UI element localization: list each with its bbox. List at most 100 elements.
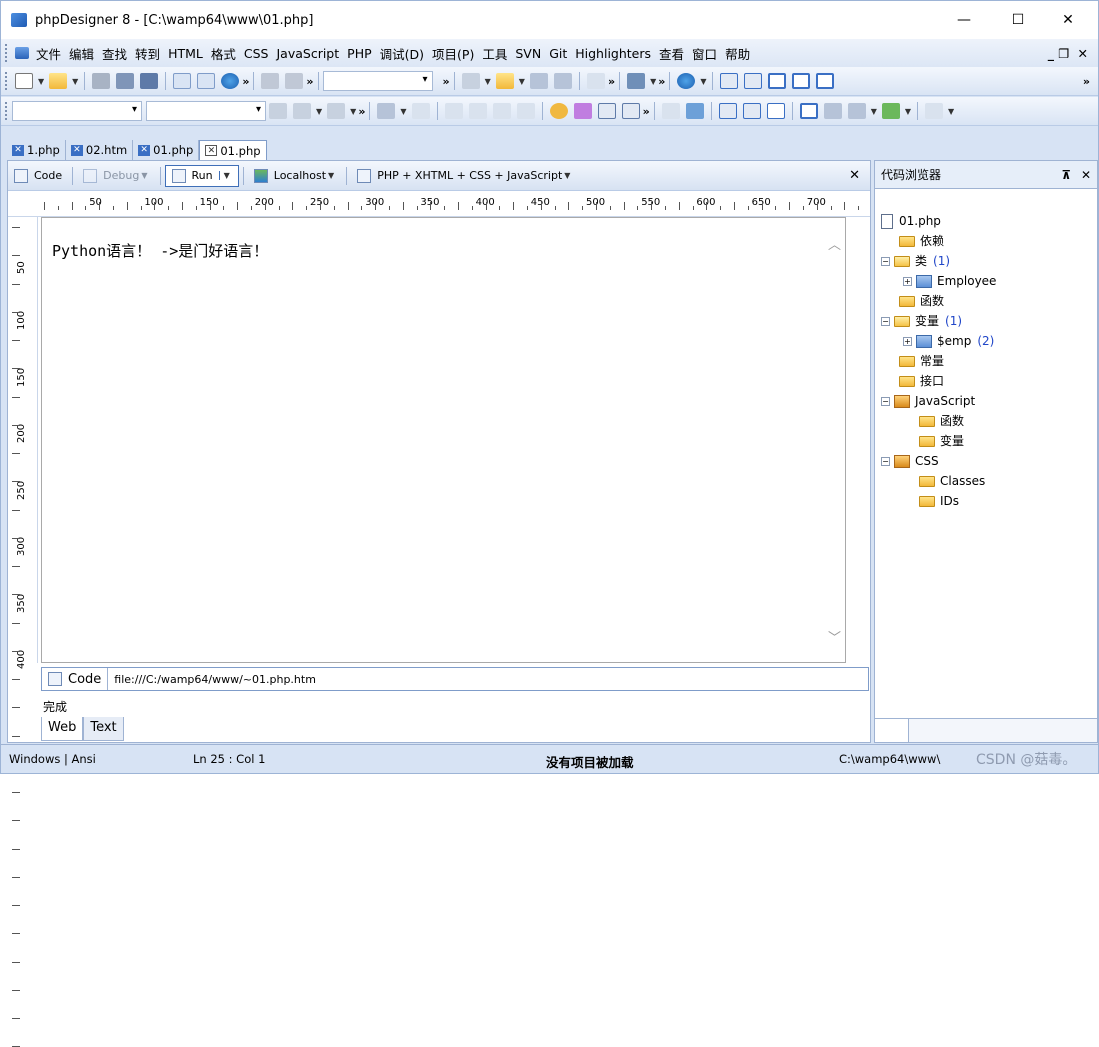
uncomment-icon[interactable] (516, 103, 535, 119)
tree-js-functions[interactable]: 函数 (881, 411, 996, 431)
code-view-icon[interactable] (799, 103, 818, 119)
menu-html[interactable]: HTML (164, 46, 207, 61)
scroll-up-icon[interactable]: ︿ (828, 234, 841, 253)
localhost-button[interactable]: Localhost ▼ (248, 165, 342, 187)
insert-table-icon[interactable] (718, 103, 737, 119)
open-folder-icon[interactable] (49, 73, 68, 89)
url-code-button[interactable]: Code (42, 668, 109, 690)
tree-css[interactable]: − CSS (881, 451, 996, 471)
menu-git[interactable]: Git (545, 46, 571, 61)
save-as-icon[interactable] (116, 73, 135, 89)
copy-icon[interactable] (285, 73, 304, 89)
filter-icon[interactable] (529, 73, 548, 89)
menu-help[interactable]: 帮助 (721, 44, 754, 63)
collapse-icon[interactable]: − (881, 396, 890, 406)
language-mode-button[interactable]: PHP + XHTML + CSS + JavaScript ▼ (351, 165, 578, 187)
step-icon[interactable] (411, 103, 430, 119)
outdent-icon[interactable] (468, 103, 487, 119)
tab-02-htm[interactable]: ✕ 02.htm (66, 140, 134, 160)
save-icon[interactable] (92, 73, 111, 89)
run-button[interactable]: Run ▼ (164, 164, 239, 187)
menu-php[interactable]: PHP (343, 46, 375, 61)
split-vertical-icon[interactable] (792, 73, 811, 89)
edit-document-icon[interactable] (925, 103, 943, 119)
mdi-restore-button[interactable]: _ ❐ (1044, 46, 1074, 61)
tree-functions[interactable]: 函数 (881, 291, 996, 311)
function-combo[interactable] (146, 101, 266, 121)
close-button[interactable]: ✕ (1045, 1, 1091, 39)
tile-icon[interactable] (816, 73, 835, 89)
toolbar-grip[interactable] (5, 44, 8, 62)
collapse-icon[interactable]: − (881, 256, 890, 266)
browser-footer-tab[interactable] (875, 719, 909, 742)
bookmark-icon[interactable] (461, 73, 480, 89)
menu-tools[interactable]: 工具 (478, 44, 511, 63)
folder-icon[interactable] (495, 73, 514, 89)
toolbar-grip[interactable] (5, 72, 8, 90)
tree-variables[interactable]: − 变量 (1) (881, 311, 996, 331)
menu-window[interactable]: 窗口 (688, 44, 721, 63)
panel-right-icon[interactable] (744, 73, 763, 89)
chevron-down-icon[interactable]: ▼ (38, 77, 44, 86)
menu-css[interactable]: CSS (240, 46, 273, 61)
tree-interfaces[interactable]: 接口 (881, 371, 996, 391)
tools-icon[interactable] (627, 73, 646, 89)
tab-1-php[interactable]: ✕ 1.php (7, 140, 66, 160)
menu-javascript[interactable]: JavaScript (272, 46, 343, 61)
globe-icon[interactable] (221, 73, 240, 89)
image-icon[interactable] (597, 103, 616, 119)
filter-next-icon[interactable] (553, 73, 572, 89)
deploy-icon[interactable] (881, 103, 900, 119)
code-button[interactable]: Code (8, 165, 68, 187)
mdi-close-button[interactable]: ✕ (1074, 46, 1092, 61)
tree-js-variables[interactable]: 变量 (881, 431, 996, 451)
menu-view[interactable]: 查看 (655, 44, 688, 63)
debug-button[interactable]: Debug ▼ (77, 165, 155, 187)
url-text[interactable]: file:///C:/wamp64/www/~01.php.htm (114, 673, 316, 686)
close-icon[interactable]: ✕ (1081, 168, 1091, 182)
list-icon[interactable] (742, 103, 761, 119)
print-icon[interactable] (173, 73, 192, 89)
link-icon[interactable] (661, 103, 680, 119)
menu-project[interactable]: 项目(P) (428, 44, 478, 63)
expand-icon[interactable]: + (903, 336, 912, 346)
collapse-icon[interactable]: − (881, 316, 890, 326)
code-editor[interactable]: Python语言！ ->是门好语言！ ︿ ﹀ (41, 217, 846, 663)
maximize-button[interactable]: ☐ (995, 1, 1041, 39)
tree-css-classes[interactable]: Classes (881, 471, 996, 491)
close-icon[interactable]: ✕ (138, 144, 151, 156)
menu-svn[interactable]: SVN (511, 46, 545, 61)
tree-classes[interactable]: − 类 (1) (881, 251, 996, 271)
preview-icon[interactable] (197, 73, 216, 89)
table-icon[interactable] (293, 103, 311, 119)
run-external-icon[interactable] (823, 103, 842, 119)
indent-icon[interactable] (444, 103, 463, 119)
expand-icon[interactable]: + (903, 276, 912, 286)
close-icon[interactable]: ✕ (70, 144, 83, 156)
tab-01-php-active[interactable]: ✕ 01.php (199, 140, 267, 160)
frame-icon[interactable] (766, 103, 785, 119)
tab-web[interactable]: Web (41, 717, 84, 741)
scroll-down-icon[interactable]: ﹀ (828, 627, 841, 646)
tree-css-ids[interactable]: IDs (881, 491, 996, 511)
menu-edit[interactable]: 编辑 (65, 44, 98, 63)
tree-deps[interactable]: 依赖 (881, 231, 996, 251)
insert-image-icon[interactable] (685, 103, 704, 119)
tree-constants[interactable]: 常量 (881, 351, 996, 371)
tree-employee[interactable]: + Employee (881, 271, 996, 291)
code-insert-icon[interactable] (269, 103, 287, 119)
spell-check-icon[interactable] (573, 103, 592, 119)
menu-debug[interactable]: 调试(D) (376, 44, 428, 63)
tab-text[interactable]: Text (83, 717, 124, 741)
tree-root[interactable]: 01.php (881, 211, 996, 231)
search-combo[interactable] (322, 71, 433, 91)
browser-icon[interactable] (677, 73, 696, 89)
toolbar-grip[interactable] (5, 102, 8, 120)
pointer-icon[interactable] (377, 103, 396, 119)
menu-highlighters[interactable]: Highlighters (571, 46, 655, 61)
export-icon[interactable] (847, 103, 866, 119)
hand-icon[interactable] (549, 103, 568, 119)
form-icon[interactable] (327, 103, 346, 119)
pin-icon[interactable]: ⊼ (1061, 168, 1071, 182)
preview-page-icon[interactable] (621, 103, 640, 119)
